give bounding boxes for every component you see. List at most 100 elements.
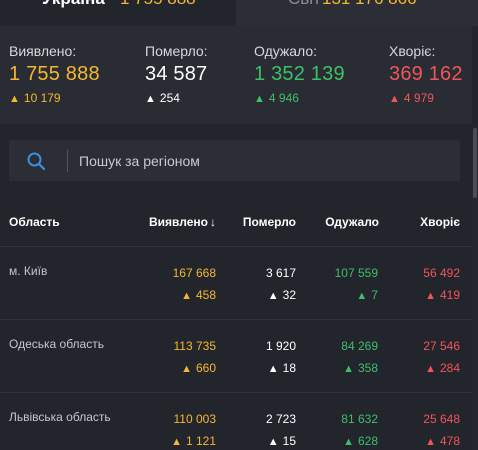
- cell-confirmed-value: 110 003: [173, 412, 217, 426]
- cell-sick: 27 546 ▲ 284: [423, 339, 460, 375]
- cell-deaths-delta-value: 15: [282, 434, 296, 448]
- column-header-recovered[interactable]: Одужало: [325, 215, 379, 229]
- arrow-up-icon: ▲: [343, 436, 354, 448]
- column-header-confirmed-label: Виявлено: [149, 215, 208, 229]
- arrow-up-icon: ▲: [267, 290, 279, 302]
- arrow-up-icon: ▲: [254, 93, 265, 105]
- row-region-name: Львівська область: [9, 410, 111, 424]
- cell-sick-delta: ▲ 419: [423, 288, 460, 302]
- cell-sick: 25 648 ▲ 478: [423, 412, 460, 448]
- arrow-up-icon: ▲: [267, 363, 279, 375]
- arrow-up-icon: ▲: [9, 93, 20, 105]
- column-header-deaths[interactable]: Померло: [243, 215, 296, 229]
- cell-deaths-delta: ▲ 18: [266, 361, 296, 375]
- arrow-up-icon: ▲: [181, 363, 192, 375]
- cell-confirmed: 110 003 ▲ 1 121: [171, 412, 216, 448]
- cell-sick-delta-value: 419: [439, 288, 460, 302]
- cell-recovered-delta-value: 7: [371, 288, 378, 302]
- cell-recovered: 84 269 ▲ 358: [341, 339, 378, 375]
- tab-ukraine-value: 1 755 888: [120, 0, 196, 9]
- cell-deaths: 3 617 ▲ 32: [266, 266, 296, 302]
- cell-confirmed: 167 668 ▲ 458: [173, 266, 216, 302]
- cell-sick-delta: ▲ 284: [423, 361, 460, 375]
- tab-ukraine-label: Україна: [42, 0, 105, 9]
- arrow-up-icon: ▲: [181, 290, 192, 302]
- stat-confirmed-value: 1 755 888: [9, 63, 100, 85]
- column-header-sick[interactable]: Хворіє: [420, 215, 460, 229]
- cell-confirmed-delta-value: 660: [195, 361, 216, 375]
- cell-deaths-delta: ▲ 15: [266, 434, 296, 448]
- arrow-up-icon: ▲: [389, 93, 400, 105]
- cell-recovered-delta-value: 628: [357, 434, 378, 448]
- stat-sick-value: 369 162: [389, 63, 463, 85]
- search-box: [9, 140, 460, 181]
- cell-confirmed-delta-value: 458: [195, 288, 216, 302]
- cell-confirmed-delta-value: 1 121: [185, 434, 216, 448]
- country-tabs: Україна 1 755 888 Світ 131 176 866: [0, 0, 478, 26]
- summary-stats: Виявлено: 1 755 888 ▲ 10 179 Померло: 34 …: [0, 26, 472, 124]
- tab-world-value: 131 176 866: [322, 0, 417, 9]
- cell-deaths: 2 723 ▲ 15: [266, 412, 296, 448]
- scrollbar-thumb[interactable]: [473, 128, 477, 198]
- stat-recovered-label: Одужало:: [254, 43, 318, 59]
- stat-recovered-delta-value: 4 946: [268, 91, 299, 105]
- arrow-up-icon: ▲: [343, 363, 354, 375]
- arrow-up-icon: ▲: [425, 363, 436, 375]
- cell-deaths-value: 2 723: [265, 412, 296, 426]
- cell-confirmed-delta: ▲ 458: [173, 288, 216, 302]
- stat-confirmed-delta-value: 10 179: [23, 91, 61, 105]
- cell-sick-delta: ▲ 478: [423, 434, 460, 448]
- cell-deaths-delta-value: 32: [282, 288, 296, 302]
- arrow-up-icon: ▲: [356, 290, 368, 302]
- cell-confirmed-delta: ▲ 660: [174, 361, 216, 375]
- cell-confirmed: 113 735 ▲ 660: [174, 339, 217, 375]
- cell-recovered: 107 559 ▲ 7: [335, 266, 378, 302]
- arrow-up-icon: ▲: [425, 290, 436, 302]
- cell-deaths-delta-value: 18: [282, 361, 296, 375]
- cell-deaths-value: 1 920: [265, 339, 296, 353]
- stat-sick-delta: ▲ 4 979: [389, 91, 463, 105]
- scrollbar[interactable]: [472, 126, 478, 450]
- table-header: Область Виявлено ↓ Померло Одужало Хворіє: [0, 198, 472, 246]
- stat-confirmed: Виявлено: 1 755 888 ▲ 10 179: [9, 43, 100, 105]
- stat-recovered-value: 1 352 139: [254, 63, 345, 85]
- column-header-region[interactable]: Область: [9, 215, 60, 229]
- cell-sick-value: 25 648: [423, 412, 460, 426]
- stat-deaths-value: 34 587: [145, 63, 208, 85]
- arrow-up-icon: ▲: [267, 436, 279, 448]
- cell-confirmed-value: 167 668: [172, 266, 216, 280]
- table-row[interactable]: Одеська область 113 735 ▲ 660 1 920 ▲ 18 8…: [0, 320, 472, 392]
- stat-confirmed-delta: ▲ 10 179: [9, 91, 100, 105]
- cell-sick-delta-value: 284: [439, 361, 460, 375]
- stat-recovered: Одужало: 1 352 139 ▲ 4 946: [254, 43, 345, 105]
- cell-recovered-value: 81 632: [341, 412, 378, 426]
- arrow-up-icon: ▲: [145, 93, 156, 105]
- row-region-name: Одеська область: [9, 337, 104, 351]
- stat-sick: Хворіє: 369 162 ▲ 4 979: [389, 43, 463, 105]
- stat-deaths-delta: ▲ 254: [145, 91, 208, 105]
- cell-recovered-delta: ▲ 628: [341, 434, 378, 448]
- cell-recovered: 81 632 ▲ 628: [341, 412, 378, 448]
- cell-recovered-value: 107 559: [334, 266, 378, 280]
- cell-deaths-value: 3 617: [265, 266, 296, 280]
- cell-recovered-delta: ▲ 7: [335, 288, 378, 302]
- table-row[interactable]: Львівська область 110 003 ▲ 1 121 2 723 ▲…: [0, 393, 472, 450]
- cell-confirmed-delta: ▲ 1 121: [171, 434, 216, 448]
- table-row[interactable]: м. Київ 167 668 ▲ 458 3 617 ▲ 32 107 559 ▲…: [0, 247, 472, 319]
- row-region-name: м. Київ: [9, 264, 48, 278]
- search-divider: [67, 150, 68, 172]
- cell-sick-delta-value: 478: [439, 434, 460, 448]
- cell-confirmed-value: 113 735: [173, 339, 217, 353]
- cell-sick: 56 492 ▲ 419: [423, 266, 460, 302]
- tab-world[interactable]: Світ 131 176 866: [236, 0, 478, 26]
- tab-world-label: Світ: [288, 0, 321, 9]
- arrow-up-icon: ▲: [171, 436, 182, 448]
- cell-recovered-delta-value: 358: [357, 361, 378, 375]
- search-input[interactable]: [79, 150, 449, 172]
- tab-ukraine[interactable]: Україна 1 755 888: [0, 0, 236, 26]
- cell-recovered-delta: ▲ 358: [341, 361, 378, 375]
- stat-deaths: Померло: 34 587 ▲ 254: [145, 43, 208, 105]
- search-icon[interactable]: [26, 151, 46, 171]
- column-header-confirmed[interactable]: Виявлено ↓: [149, 215, 216, 229]
- cell-sick-value: 27 546: [423, 339, 460, 353]
